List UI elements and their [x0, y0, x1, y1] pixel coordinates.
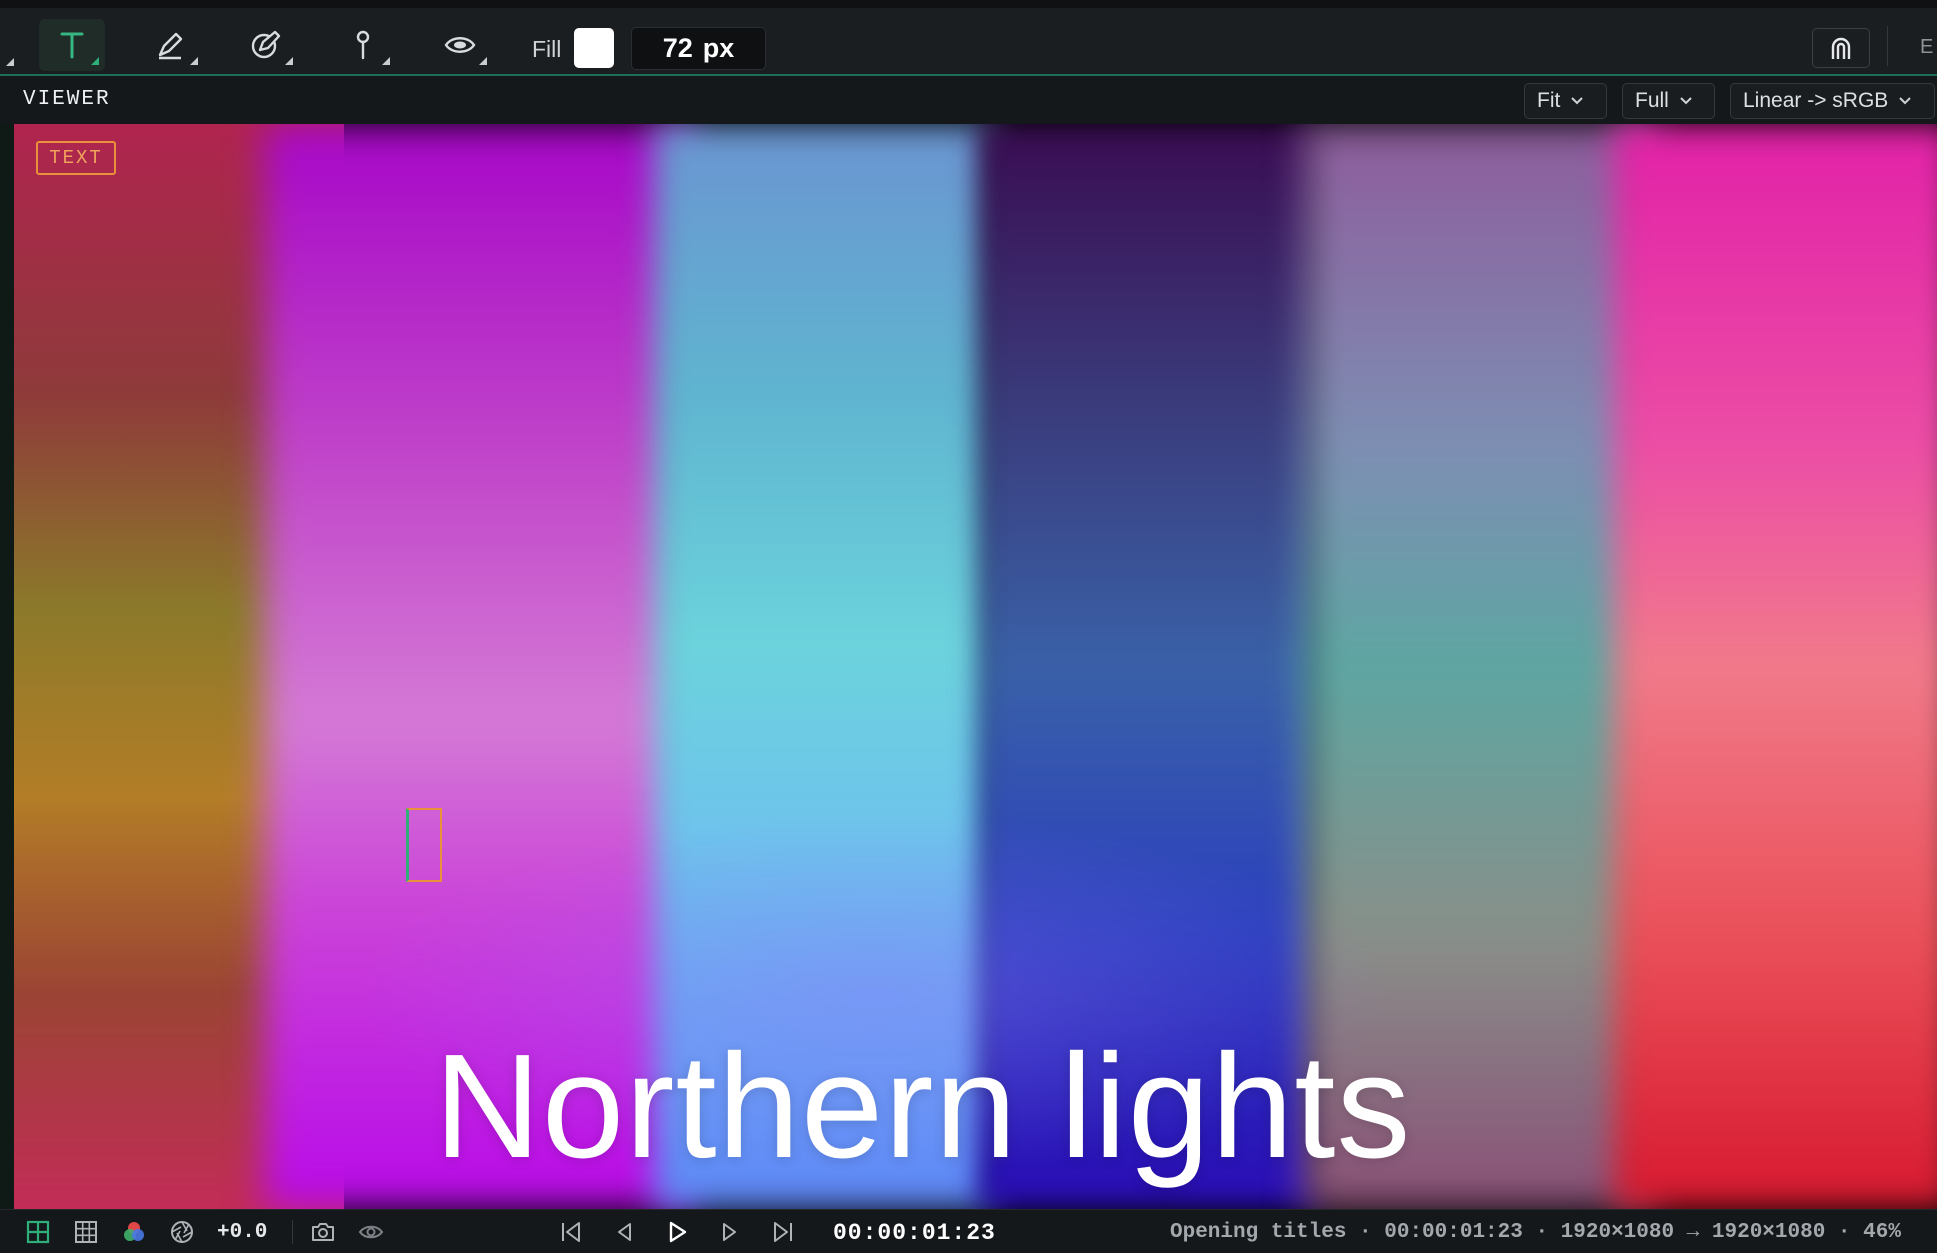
viewer-title: VIEWER: [23, 88, 111, 111]
step-forward-button[interactable]: [716, 1218, 744, 1246]
resolution-dropdown[interactable]: Full: [1622, 83, 1715, 119]
skip-to-start-button[interactable]: [557, 1218, 585, 1246]
chevron-down-icon: [1899, 97, 1912, 105]
zoom-mode-dropdown[interactable]: Fit: [1524, 83, 1607, 119]
table-view-button[interactable]: [72, 1218, 100, 1246]
text-icon: [60, 32, 84, 59]
step-back-icon: [618, 1223, 631, 1241]
view-tool-button[interactable]: [427, 19, 493, 71]
grid-icon: [26, 1220, 50, 1244]
title-text-layer[interactable]: Northern lights: [434, 1022, 1411, 1192]
play-icon: [669, 1221, 687, 1243]
viewer-left-rail: [0, 124, 14, 1209]
viewer-header: VIEWER Fit Full Linear -> sRGB: [0, 74, 1937, 124]
preview-toggle-button[interactable]: [357, 1218, 385, 1246]
skip-to-start-icon: [562, 1222, 580, 1242]
step-back-button[interactable]: [610, 1218, 638, 1246]
brush-tool-button[interactable]: [233, 19, 299, 71]
font-size-value: 72: [662, 33, 693, 63]
fill-color-swatch[interactable]: [574, 28, 614, 68]
text-insertion-box[interactable]: [406, 808, 442, 882]
font-size-input[interactable]: 72 px: [631, 27, 766, 70]
pin-icon: [356, 30, 370, 60]
aperture-icon: [171, 1221, 193, 1243]
zoom-mode-value: Fit: [1537, 89, 1561, 112]
fill-label: Fill: [532, 36, 562, 62]
pen-icon: [158, 32, 183, 60]
chevron-down-icon: [1680, 97, 1692, 105]
camera-icon: [312, 1223, 334, 1241]
step-forward-icon: [723, 1223, 736, 1241]
font-size-unit: px: [702, 33, 735, 63]
color-transform-value: Linear -> sRGB: [1743, 89, 1889, 112]
current-timecode[interactable]: 00:00:01:23: [833, 1220, 996, 1246]
snap-magnet-button[interactable]: [1812, 28, 1870, 68]
eye-icon: [358, 1225, 384, 1239]
grid-view-button[interactable]: [24, 1218, 52, 1246]
toolbar-divider: [1887, 26, 1888, 66]
eye-icon: [444, 37, 476, 53]
skip-to-end-button[interactable]: [769, 1218, 797, 1246]
toolbar-overflow-label[interactable]: E: [1920, 36, 1933, 59]
toolbar: Fill 72 px E: [0, 0, 1937, 74]
color-channels-button[interactable]: [120, 1218, 148, 1246]
color-channels-icon: [124, 1222, 144, 1241]
transport-divider: [292, 1220, 293, 1244]
viewer-canvas[interactable]: TEXT Northern lights: [14, 124, 1937, 1209]
table-icon: [75, 1221, 97, 1243]
aperture-button[interactable]: [168, 1218, 196, 1246]
pen-tool-button[interactable]: [138, 19, 204, 71]
text-layer-badge: TEXT: [36, 141, 116, 175]
skip-to-end-icon: [774, 1222, 792, 1242]
chevron-down-icon: [1571, 97, 1584, 105]
text-tool-button[interactable]: [39, 19, 105, 71]
exposure-value[interactable]: +0.0: [217, 1221, 267, 1244]
brush-edit-icon: [251, 30, 281, 59]
color-transform-dropdown[interactable]: Linear -> sRGB: [1730, 83, 1935, 119]
pin-tool-button[interactable]: [330, 19, 396, 71]
transport-bar: +0.0 00:00:01:23 Opening titles · 00:00:…: [0, 1209, 1937, 1253]
status-readout: Opening titles · 00:00:01:23 · 1920×1080…: [1170, 1221, 1901, 1244]
snapshot-button[interactable]: [309, 1218, 337, 1246]
resolution-value: Full: [1635, 89, 1669, 112]
magnet-icon: [1831, 37, 1851, 59]
play-button[interactable]: [663, 1218, 691, 1246]
